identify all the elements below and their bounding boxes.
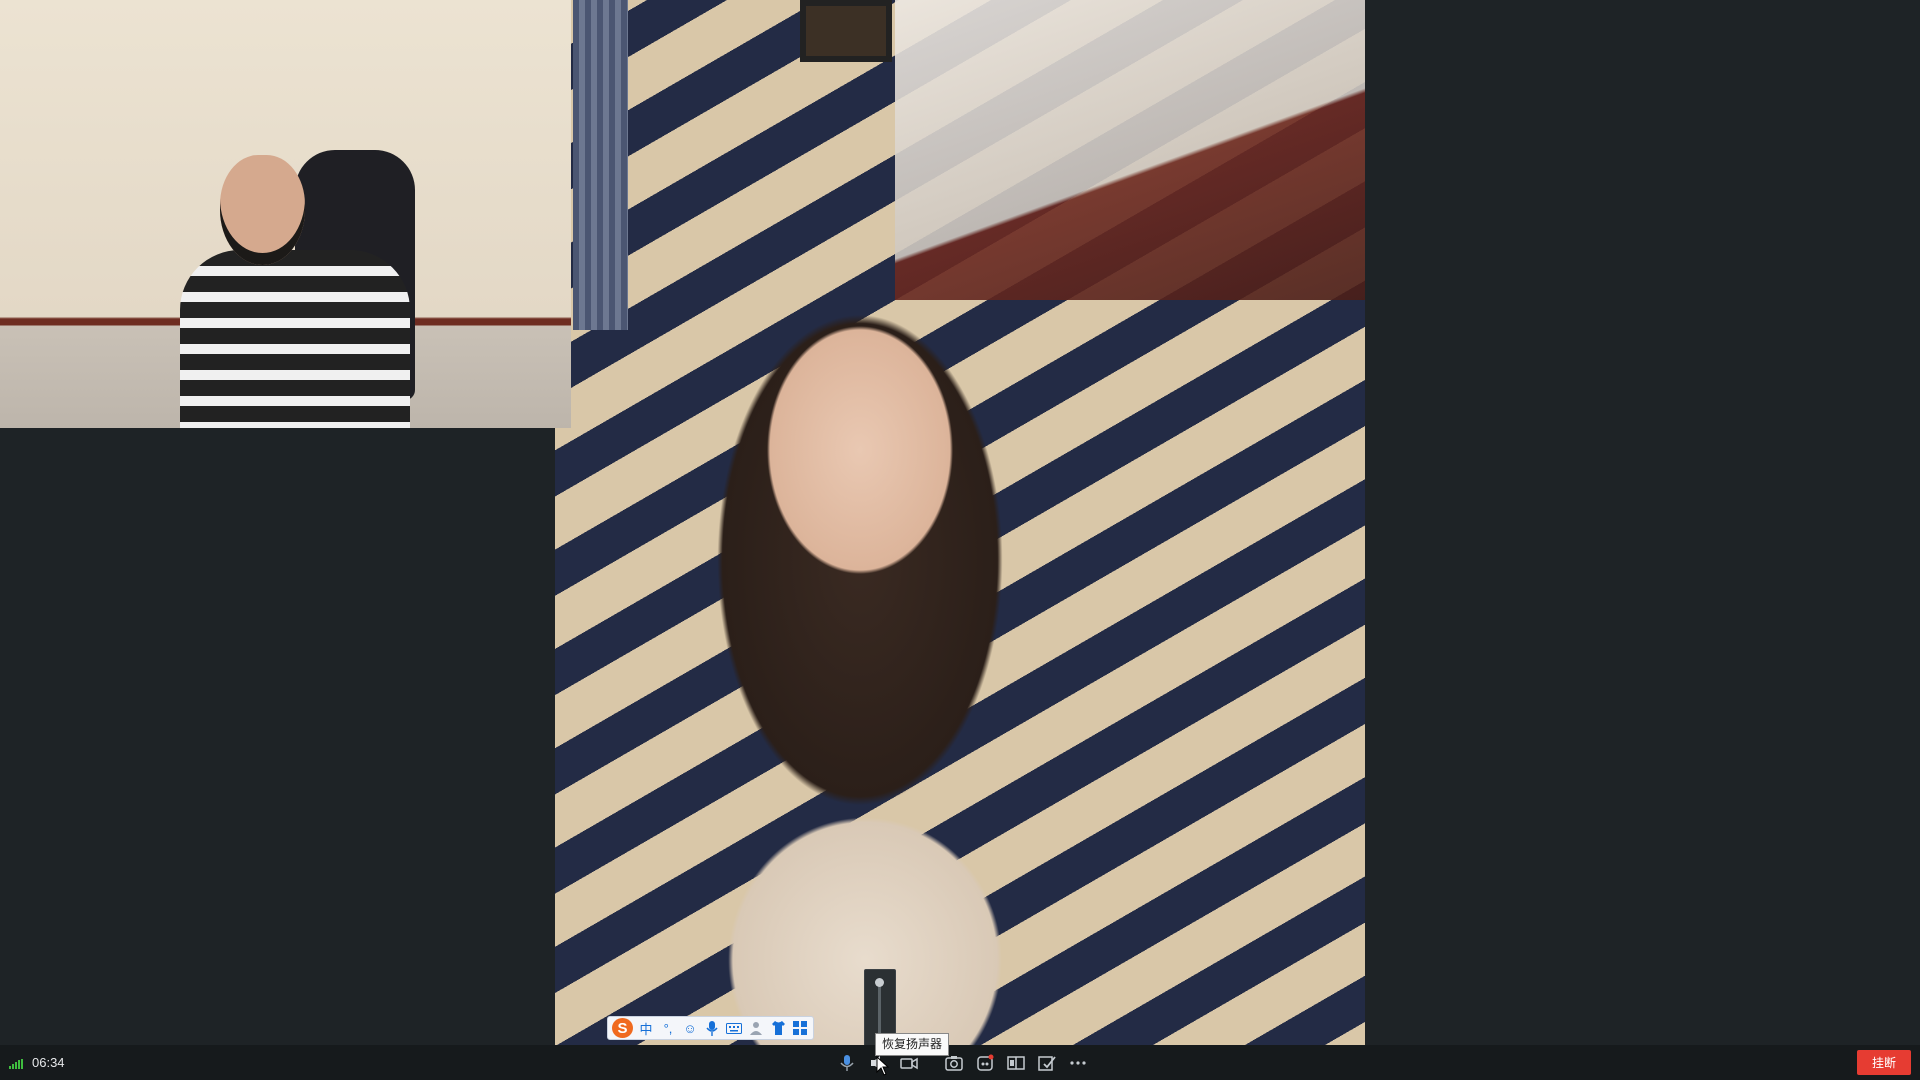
call-controls xyxy=(836,1051,1089,1075)
remote-video[interactable] xyxy=(555,0,1365,1045)
skin-icon[interactable] xyxy=(769,1019,787,1037)
self-preview-video[interactable] xyxy=(0,0,571,428)
call-control-bar: 06:34 挂断 xyxy=(0,1045,1920,1080)
keyboard-icon[interactable] xyxy=(725,1019,743,1037)
record-icon[interactable] xyxy=(974,1052,996,1074)
more-icon[interactable] xyxy=(1067,1052,1089,1074)
signal-strength-icon xyxy=(9,1059,23,1069)
chinese-mode-icon[interactable]: 中 xyxy=(637,1019,655,1037)
remote-video-picture-frame xyxy=(800,0,892,62)
emoji-icon[interactable]: ☺ xyxy=(681,1019,699,1037)
speaker-tooltip: 恢复扬声器 xyxy=(875,1033,950,1056)
microphone-icon[interactable] xyxy=(836,1052,858,1074)
volume-slider-knob[interactable] xyxy=(875,978,884,988)
call-timer: 06:34 xyxy=(32,1055,65,1070)
self-preview-person-body xyxy=(180,250,410,428)
split-view-icon[interactable] xyxy=(1005,1052,1027,1074)
remote-video-staircase xyxy=(895,0,1365,300)
self-preview-person-head xyxy=(220,155,305,265)
whiteboard-icon[interactable] xyxy=(1036,1052,1058,1074)
ime-toolbar[interactable]: S 中 °, ☺ xyxy=(607,1016,814,1040)
remote-video-curtain xyxy=(573,0,628,330)
mouse-cursor-icon xyxy=(876,1056,890,1076)
voice-input-icon[interactable] xyxy=(703,1019,721,1037)
punctuation-icon[interactable]: °, xyxy=(659,1019,677,1037)
ime-logo-icon[interactable]: S xyxy=(612,1018,633,1038)
user-icon[interactable] xyxy=(747,1019,765,1037)
hangup-button[interactable]: 挂断 xyxy=(1857,1050,1911,1075)
toolbox-icon[interactable] xyxy=(791,1019,809,1037)
